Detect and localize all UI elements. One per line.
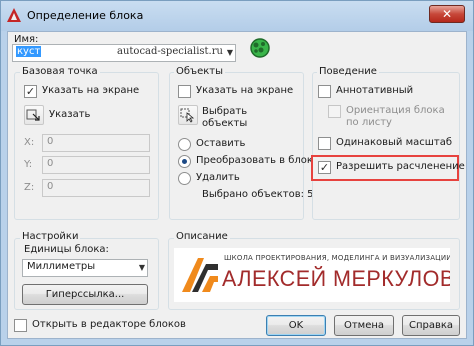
help-button[interactable]: Справка [402, 315, 460, 336]
banner-school-text: ШКОЛА ПРОЕКТИРОВАНИЯ, МОДЕЛИНГА И ВИЗУАЛ… [224, 254, 450, 262]
objects-specify-label: Указать на экране [196, 85, 294, 96]
pick-point-button[interactable] [24, 105, 44, 125]
base-point-specify-label: Указать на экране [42, 85, 140, 96]
annotative-label: Аннотативный [336, 85, 414, 96]
y-label: Y: [24, 159, 33, 170]
base-point-specify-checkbox[interactable]: ✓ [24, 85, 37, 98]
school-logo-icon [182, 258, 218, 292]
watermark-text: autocad-specialist.ru [117, 46, 223, 57]
units-value: Миллиметры [27, 261, 96, 272]
z-label: Z: [24, 182, 35, 193]
open-in-editor-checkbox[interactable] [14, 319, 27, 332]
pick-point-label: Указать [49, 109, 91, 120]
x-label: X: [24, 137, 35, 148]
chevron-down-icon[interactable]: ▼ [139, 263, 145, 272]
block-name-combobox[interactable]: куст autocad-specialist.ru ▼ [12, 44, 236, 62]
settings-title: Настройки [20, 231, 81, 242]
delete-label: Удалить [196, 172, 240, 183]
z-coordinate-field[interactable]: 0 [42, 179, 150, 197]
base-point-title: Базовая точка [20, 66, 100, 77]
description-title: Описание [174, 231, 230, 242]
convert-label: Преобразовать в блок [196, 155, 313, 166]
annotative-checkbox[interactable] [318, 85, 331, 98]
select-objects-icon [180, 108, 195, 123]
autocad-app-icon [7, 8, 21, 22]
convert-radio[interactable] [178, 155, 191, 168]
ok-button[interactable]: OK [266, 315, 326, 336]
banner-name-text: АЛЕКСЕЙ МЕРКУЛОВ [222, 266, 450, 291]
x-coordinate-field[interactable]: 0 [42, 134, 150, 152]
objects-specify-checkbox[interactable] [178, 85, 191, 98]
delete-radio[interactable] [178, 172, 191, 185]
block-definition-dialog: Определение блока ✕ Имя: куст autocad-sp… [0, 0, 474, 346]
select-objects-label-1: Выбрать [202, 106, 248, 117]
allow-explode-label: Разрешить расчленение [336, 161, 465, 172]
select-objects-label-2: объекты [202, 118, 248, 129]
hyperlink-button[interactable]: Гиперссылка... [22, 284, 148, 305]
dialog-body: Имя: куст autocad-specialist.ru ▼ Базова… [7, 31, 467, 339]
objects-title: Объекты [174, 66, 226, 77]
uniform-scale-checkbox[interactable] [318, 137, 331, 150]
pick-point-icon [26, 109, 40, 121]
block-preview-icon [250, 38, 270, 58]
select-objects-button[interactable] [178, 105, 198, 125]
open-in-editor-label: Открыть в редакторе блоков [32, 319, 186, 330]
window-title: Определение блока [27, 9, 144, 22]
retain-radio[interactable] [178, 138, 191, 151]
units-label: Единицы блока: [24, 244, 109, 255]
y-coordinate-field[interactable]: 0 [42, 156, 150, 174]
match-orientation-label-2: по листу [346, 117, 392, 128]
units-dropdown[interactable]: Миллиметры ▼ [22, 259, 148, 277]
selected-count: Выбрано объектов: 5 [202, 189, 314, 200]
behavior-title: Поведение [317, 66, 379, 77]
block-name-value: куст [16, 46, 42, 57]
cancel-button[interactable]: Отмена [334, 315, 394, 336]
match-orientation-checkbox[interactable] [328, 105, 341, 118]
allow-explode-checkbox[interactable]: ✓ [318, 161, 331, 174]
uniform-scale-label: Одинаковый масштаб [336, 137, 453, 148]
close-button[interactable]: ✕ [429, 5, 465, 23]
title-bar[interactable]: Определение блока ✕ [1, 1, 473, 31]
match-orientation-label-1: Ориентация блока [346, 105, 445, 116]
retain-label: Оставить [196, 138, 246, 149]
chevron-down-icon[interactable]: ▼ [227, 48, 233, 57]
description-text-area[interactable]: ШКОЛА ПРОЕКТИРОВАНИЯ, МОДЕЛИНГА И ВИЗУАЛ… [174, 248, 450, 302]
